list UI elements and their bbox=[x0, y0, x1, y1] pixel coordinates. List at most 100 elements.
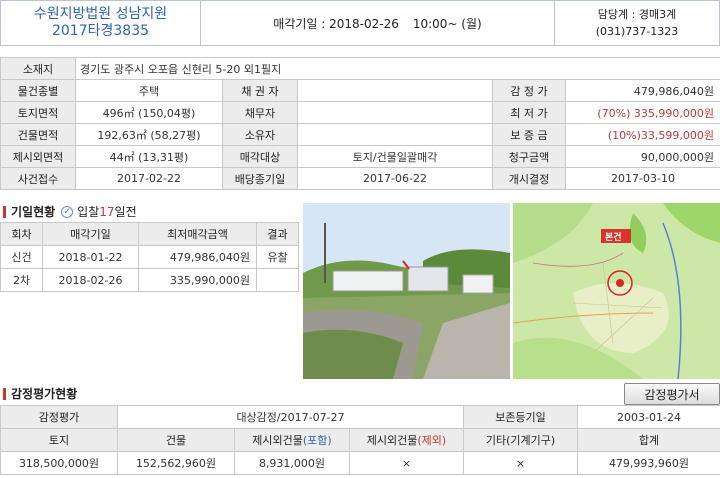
col-header-text: 제시외건물 bbox=[366, 434, 418, 447]
deposit-pct: (10%) bbox=[607, 128, 641, 142]
section-marker bbox=[3, 387, 6, 400]
appraisal-value: × bbox=[463, 451, 578, 475]
appraisal-title: 감정평가현황 bbox=[11, 387, 78, 401]
info-value: 33,599,000원 bbox=[640, 128, 714, 142]
sale-time: 10:00~ (월) bbox=[412, 16, 482, 31]
photo-illustration bbox=[303, 203, 510, 379]
minimum-price: (70%) 335,990,000원 bbox=[565, 101, 720, 124]
info-label: 물건종별 bbox=[0, 79, 76, 102]
auction-history-table: 회차 매각기일 최저매각금액 결과 신건 2018-01-22 479,986,… bbox=[0, 222, 299, 292]
info-row: 물건종별 주택 채 권 자 감 정 가 479,986,040원 bbox=[0, 79, 720, 102]
history-row: 2차 2018-02-26 335,990,000원 bbox=[0, 268, 299, 292]
info-row: 건물면적 192,63㎡ (58,27평) 소유자 보 증 금 (10%)33,… bbox=[0, 123, 720, 146]
appraisal-value: 479,993,960원 bbox=[577, 451, 720, 475]
info-label: 채무자 bbox=[222, 101, 298, 124]
bid-countdown: ✓ 입찰 17 일전 bbox=[61, 203, 137, 220]
appraisal-value: 152,562,960원 bbox=[117, 451, 235, 475]
address-label: 소재지 bbox=[0, 57, 76, 80]
col-header: 토지 bbox=[0, 428, 118, 452]
history-price: 479,986,040원 bbox=[138, 245, 257, 269]
info-label: 채 권 자 bbox=[222, 79, 298, 102]
col-header: 회차 bbox=[0, 222, 43, 246]
info-row: 토지면적 496㎡ (150,04평) 채무자 최 저 가 (70%) 335,… bbox=[0, 101, 720, 124]
check-icon: ✓ bbox=[61, 205, 74, 218]
col-header: 최저매각금액 bbox=[138, 222, 257, 246]
dept-phone: (031)737-1323 bbox=[595, 25, 679, 38]
appraisal-value: 2003-01-24 bbox=[577, 405, 720, 429]
col-header-text: 제시외건물 bbox=[252, 434, 303, 447]
appraisal-report-button[interactable]: 감정평가서 bbox=[624, 383, 720, 405]
section-marker bbox=[3, 205, 6, 218]
appraisal-value: 318,500,000원 bbox=[0, 451, 118, 475]
history-round: 신건 bbox=[0, 245, 43, 269]
col-header: 제시외건물(제외) bbox=[349, 428, 464, 452]
info-label: 최 저 가 bbox=[492, 101, 566, 124]
info-row: 제시외면적 44㎡ (13,31평) 매각대상 토지/건물일괄매각 청구금액 9… bbox=[0, 145, 720, 168]
info-row: 사건접수 2017-02-22 배당종기일 2017-06-22 개시결정 20… bbox=[0, 167, 720, 190]
info-value: 토지/건물일괄매각 bbox=[297, 145, 493, 168]
appraisal-value: × bbox=[349, 451, 464, 475]
col-header: 기타(기계기구) bbox=[463, 428, 578, 452]
info-value bbox=[297, 101, 493, 124]
info-label: 개시결정 bbox=[492, 167, 566, 190]
history-date: 2018-02-26 bbox=[42, 268, 139, 292]
info-value: 496㎡ (150,04평) bbox=[75, 101, 223, 124]
info-label: 보 증 금 bbox=[492, 123, 566, 146]
col-header: 건물 bbox=[117, 428, 235, 452]
info-label: 감 정 가 bbox=[492, 79, 566, 102]
appraisal-row: 감정평가 대상감정/2017-07-27 보존등기일 2003-01-24 bbox=[0, 405, 720, 429]
info-value: 335,990,000원 bbox=[633, 106, 714, 120]
history-header-row: 회차 매각기일 최저매각금액 결과 bbox=[0, 222, 299, 246]
info-label: 소유자 bbox=[222, 123, 298, 146]
history-result: 유찰 bbox=[256, 245, 299, 269]
sale-date-box: 매각기일 : 2018-02-26 10:00~ (월) bbox=[201, 1, 554, 45]
col-header-note: (제외) bbox=[417, 434, 447, 447]
appraisal-value: 8,931,000원 bbox=[234, 451, 350, 475]
case-header: 수원지방법원 성남지원 2017타경3835 매각기일 : 2018-02-26… bbox=[0, 0, 720, 46]
deposit-price: (10%)33,599,000원 bbox=[565, 123, 720, 146]
appraisal-label: 보존등기일 bbox=[463, 405, 578, 429]
appraisal-value: 대상감정/2017-07-27 bbox=[117, 405, 464, 429]
property-photo[interactable] bbox=[303, 203, 510, 379]
history-title: 기일현황 bbox=[11, 205, 56, 219]
address-value: 경기도 광주시 오포읍 신현리 5-20 외1필지 bbox=[75, 57, 720, 80]
col-header: 결과 bbox=[256, 222, 299, 246]
address-row: 소재지 경기도 광주시 오포읍 신현리 5-20 외1필지 bbox=[0, 57, 720, 80]
location-map[interactable]: 본건 bbox=[513, 203, 720, 379]
info-value bbox=[297, 79, 493, 102]
info-value: 479,986,040원 bbox=[633, 84, 714, 98]
appraisal-table: 감정평가 대상감정/2017-07-27 보존등기일 2003-01-24 토지… bbox=[0, 405, 720, 475]
sale-date: 매각기일 : 2018-02-26 bbox=[273, 16, 399, 31]
info-label: 토지면적 bbox=[0, 101, 76, 124]
col-header-note: (포함) bbox=[302, 434, 332, 447]
bid-suffix: 일전 bbox=[114, 205, 137, 219]
bid-prefix: 입찰 bbox=[77, 205, 100, 219]
info-label: 청구금액 bbox=[492, 145, 566, 168]
col-header: 제시외건물(포함) bbox=[234, 428, 350, 452]
info-value: 44㎡ (13,31평) bbox=[75, 145, 223, 168]
info-label: 사건접수 bbox=[0, 167, 76, 190]
info-value: 주택 bbox=[75, 79, 223, 102]
info-label: 건물면적 bbox=[0, 123, 76, 146]
history-section-title: 기일현황 ✓ 입찰 17 일전 bbox=[3, 203, 137, 220]
info-value: 2017-03-10 bbox=[565, 167, 720, 190]
col-header: 합계 bbox=[577, 428, 720, 452]
bid-days: 17 bbox=[99, 204, 115, 219]
info-value: 2017-06-22 bbox=[297, 167, 493, 190]
info-label: 제시외면적 bbox=[0, 145, 76, 168]
dept-box: 담당계 : 경매3계 (031)737-1323 bbox=[554, 1, 719, 45]
map-marker-label: 본건 bbox=[605, 233, 622, 243]
court-box: 수원지방법원 성남지원 2017타경3835 bbox=[1, 1, 201, 45]
property-info-table: 소재지 경기도 광주시 오포읍 신현리 5-20 외1필지 물건종별 주택 채 … bbox=[0, 57, 720, 190]
info-label: 매각대상 bbox=[222, 145, 298, 168]
history-round: 2차 bbox=[0, 268, 43, 292]
minimum-pct: (70%) bbox=[597, 106, 631, 120]
court-name: 수원지방법원 성남지원 bbox=[33, 6, 168, 22]
info-label: 배당종기일 bbox=[222, 167, 298, 190]
info-value: 2017-02-22 bbox=[75, 167, 223, 190]
info-value: 192,63㎡ (58,27평) bbox=[75, 123, 223, 146]
appraisal-header-row: 토지 건물 제시외건물(포함) 제시외건물(제외) 기타(기계기구) 합계 bbox=[0, 428, 720, 452]
info-value bbox=[297, 123, 493, 146]
info-value: 90,000,000원 bbox=[565, 145, 720, 168]
appraisal-label: 감정평가 bbox=[0, 405, 118, 429]
